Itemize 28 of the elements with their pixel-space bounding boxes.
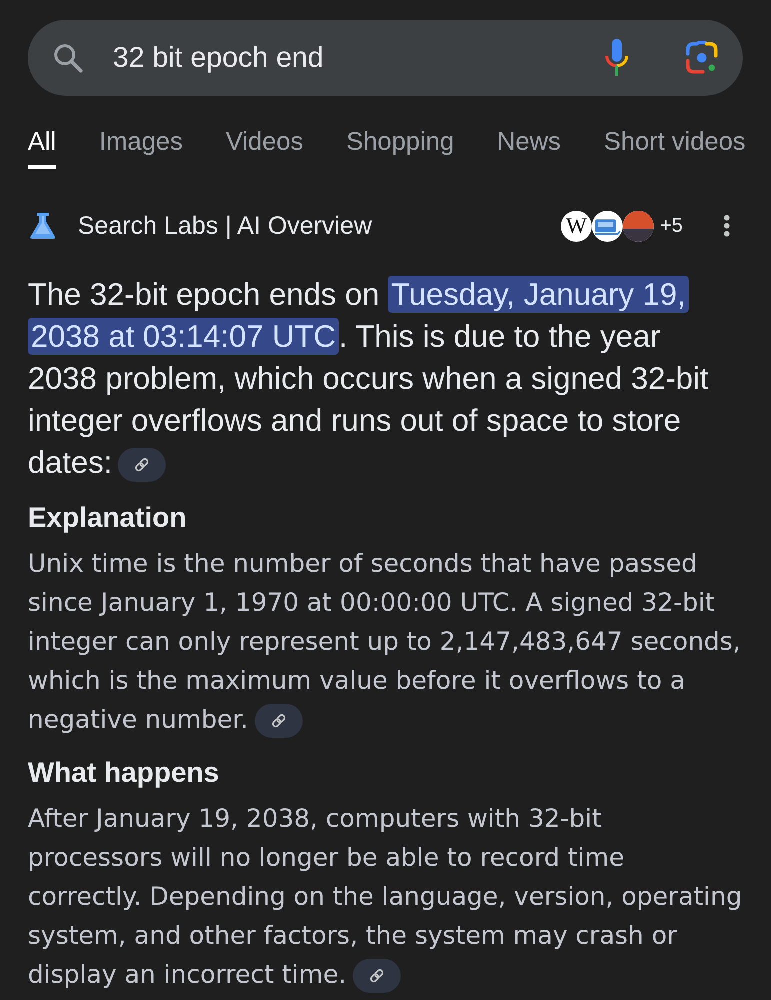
section-heading: What happens xyxy=(28,756,220,790)
more-sources-count[interactable]: +5 xyxy=(660,214,683,238)
monitor-logo-icon[interactable] xyxy=(592,210,624,242)
link-icon xyxy=(134,456,150,473)
tab[interactable]: Short videos xyxy=(604,127,746,169)
circle-logo-icon[interactable] xyxy=(623,210,654,242)
microphone-icon[interactable] xyxy=(604,38,630,78)
more-options-icon[interactable] xyxy=(723,214,731,238)
source-logo[interactable]: W xyxy=(561,210,592,242)
flask-icon xyxy=(30,212,56,240)
section-text: Unix time is the number of seconds that have passed since January 1, 1970 at 00:00:00 UTC. A signed 32-bit integer can only represent up to 2,147,483,647 seconds, which is the maximum value before it overflows to a negative number. xyxy=(28,544,744,739)
tab[interactable]: Videos xyxy=(226,127,304,169)
citation-link-button[interactable] xyxy=(118,448,166,482)
tab[interactable]: All xyxy=(28,127,56,169)
link-icon xyxy=(368,968,385,984)
ai-overview-title: Search Labs | AI Overview xyxy=(78,212,372,240)
search-field[interactable]: 32 bit epoch end xyxy=(28,20,743,96)
search-icon xyxy=(52,42,84,74)
citation-link-button[interactable] xyxy=(352,959,401,994)
tab[interactable]: Images xyxy=(99,127,183,169)
tab[interactable]: News xyxy=(497,127,562,169)
section-text: After January 19, 2038, computers with 32-bit processors will no longer be able to record time correctly. Depending on the language, version, operating system, and other factors, the system may crash or display an incorrect time. xyxy=(28,799,744,994)
link-icon xyxy=(270,713,287,730)
camera-icon[interactable] xyxy=(685,41,719,75)
tab[interactable]: Shopping xyxy=(346,127,454,169)
citation-link-button[interactable] xyxy=(254,704,303,738)
section-heading: Explanation xyxy=(28,501,188,535)
answer-text: The 32-bit epoch ends on Tuesday, January 19, 2038 at 03:14:07 UTC. This is due to the year 2038 problem, which occurs when a signed 32-bit integer overflows and runs out of space to store dates: xyxy=(28,275,710,484)
